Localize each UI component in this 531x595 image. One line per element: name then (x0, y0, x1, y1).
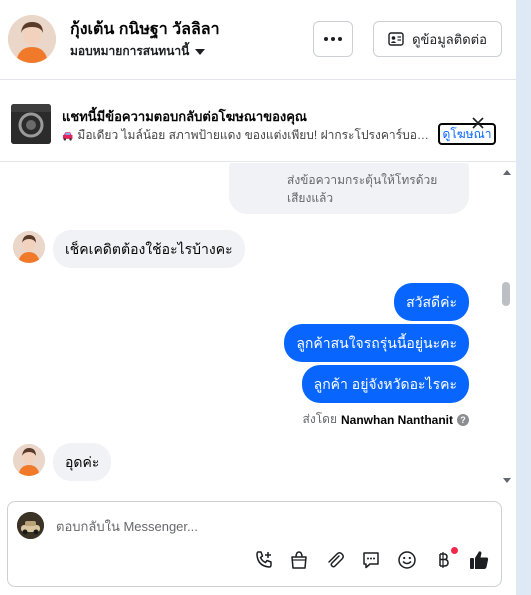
chat-window: กุ้งเต้น กนิษฐา วัลลิลา มอบหมายการสนทนาน… (0, 0, 516, 595)
sent-by-prefix: ส่งโดย (302, 412, 337, 426)
assign-conversation-dropdown[interactable]: มอบหมายการสนทนานี้ (70, 42, 206, 61)
contact-card-icon (388, 32, 404, 46)
view-contact-info-button[interactable]: ดูข้อมูลติดต่อ (373, 21, 502, 57)
reply-composer (7, 501, 502, 587)
close-icon[interactable] (470, 115, 486, 131)
more-dot-icon (338, 37, 342, 41)
thread-scrollbar[interactable] (500, 163, 514, 498)
saved-replies-button[interactable] (359, 548, 383, 572)
outgoing-message[interactable]: สวัสดีค่ะ (394, 283, 469, 321)
contact-avatar[interactable] (8, 15, 56, 63)
assign-label: มอบหมายการสนทนานี้ (70, 44, 190, 58)
view-contact-info-label: ดูข้อมูลติดต่อ (412, 31, 487, 47)
sent-by-name: Nanwhan Nanthanit (340, 412, 453, 427)
caret-down-icon (195, 49, 206, 55)
emoji-button[interactable] (395, 548, 419, 572)
car-icon (62, 131, 73, 141)
scroll-up-arrow-icon[interactable] (503, 170, 511, 175)
incoming-message[interactable]: เช็คเคดิตต้องใช้อะไรบ้างคะ (53, 230, 245, 268)
outgoing-message[interactable]: ลูกค้า อยู่จังหวัดอะไรคะ (301, 365, 469, 403)
chat-bubble-icon (363, 552, 379, 569)
contact-name[interactable]: กุ้งเต้น กนิษฐา วัลลิลา (70, 17, 220, 42)
paperclip-icon (328, 552, 344, 568)
incoming-message[interactable]: อุดค่ะ (53, 443, 112, 481)
baht-icon (439, 552, 449, 568)
smiley-icon (398, 551, 416, 569)
view-ad-button[interactable]: ดูโฆษณา (438, 123, 496, 145)
phone-plus-icon (256, 551, 272, 568)
attach-button[interactable] (323, 548, 347, 572)
contact-avatar-small[interactable] (13, 231, 45, 263)
shopping-bag-icon (291, 551, 307, 569)
contact-avatar-small[interactable] (13, 444, 45, 476)
banner-title: แชทนี้มีข้อความตอบกลับต่อโฆษณาของคุณ (62, 109, 307, 124)
banner-subtitle: มือเดียว ไมล์น้อย สภาพป้ายแดง ของแต่งเพี… (62, 126, 434, 145)
send-like-button[interactable] (467, 548, 491, 572)
notification-dot (451, 547, 458, 554)
scroll-down-arrow-icon[interactable] (503, 478, 511, 483)
page-background-strip (516, 0, 531, 595)
shop-button[interactable] (287, 548, 311, 572)
sent-by-label: ส่งโดย Nanwhan Nanthanit ? (303, 410, 469, 429)
ad-reply-banner: แชทนี้มีข้อความตอบกลับต่อโฆษณาของคุณ มือ… (0, 84, 516, 162)
outgoing-message[interactable]: ลูกค้าสนใจรถรุ่นนี้อยู่นะคะ (284, 324, 469, 362)
call-button[interactable] (252, 548, 276, 572)
more-options-button[interactable] (313, 21, 353, 57)
message-thread[interactable]: ส่งข้อความกระตุ้นให้โทรด้วยเสียงแล้ว เช็… (0, 163, 516, 498)
ad-thumbnail[interactable] (11, 104, 51, 144)
conversation-header: กุ้งเต้น กนิษฐา วัลลิลา มอบหมายการสนทนาน… (0, 0, 516, 80)
help-icon[interactable]: ? (457, 413, 469, 426)
reply-input[interactable] (56, 515, 486, 537)
scrollbar-thumb[interactable] (502, 282, 510, 306)
call-prompt-system-message: ส่งข้อความกระตุ้นให้โทรด้วยเสียงแล้ว (229, 163, 469, 214)
thumbs-up-icon (470, 551, 489, 569)
more-dot-icon (324, 37, 328, 41)
system-message-text: ส่งข้อความกระตุ้นให้โทรด้วยเสียงแล้ว (287, 173, 438, 205)
banner-subtitle-text: มือเดียว ไมล์น้อย สภาพป้ายแดง ของแต่งเพี… (77, 128, 434, 142)
page-avatar (17, 512, 44, 539)
more-dot-icon (331, 37, 335, 41)
